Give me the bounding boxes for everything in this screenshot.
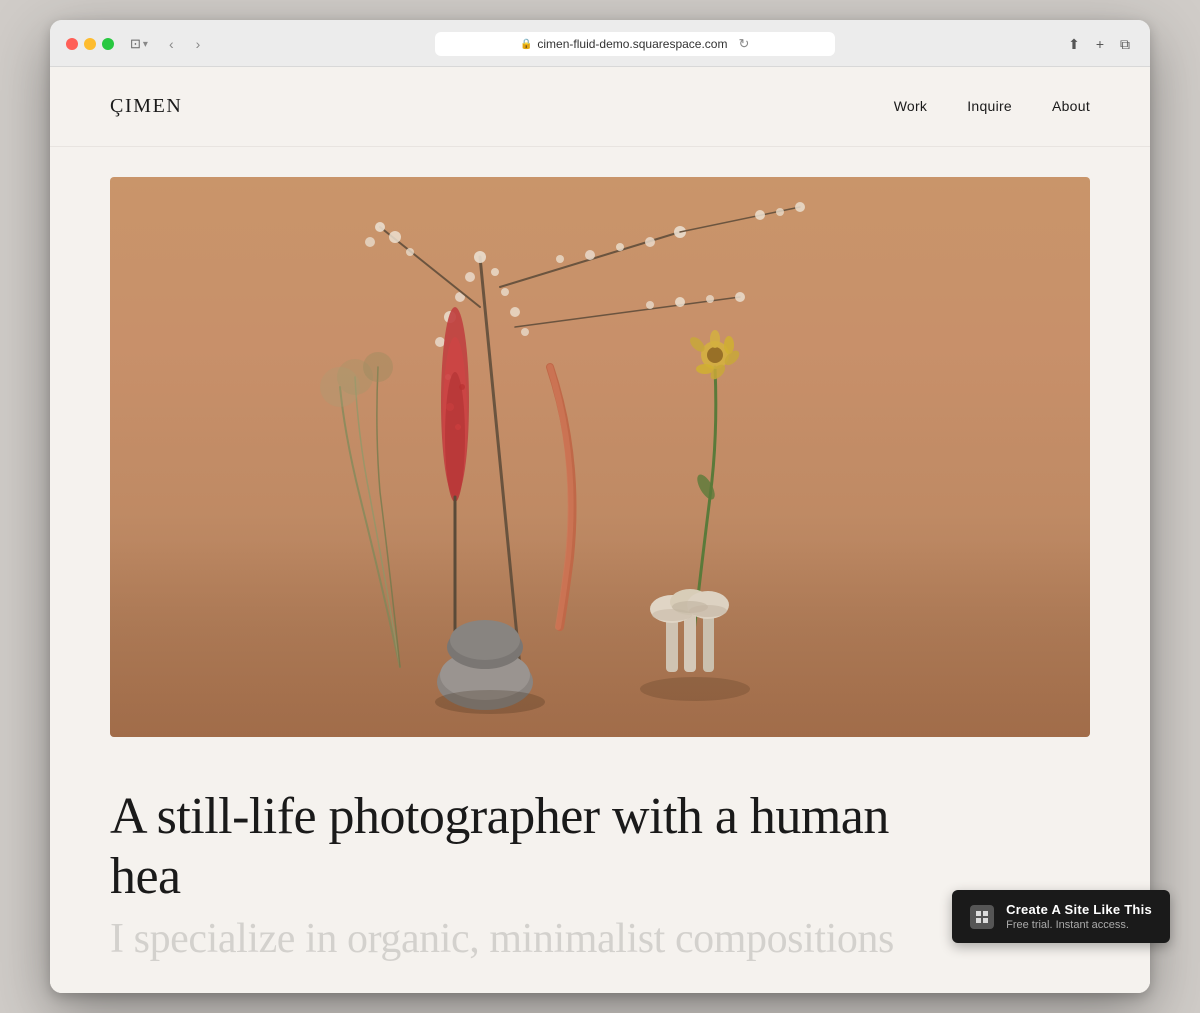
- address-bar[interactable]: 🔒 cimen-fluid-demo.squarespace.com ↻: [435, 32, 835, 56]
- browser-toolbar: ⊡ ▾ ‹ › 🔒 cimen-fluid-demo.squarespace.c…: [66, 32, 1134, 66]
- duplicate-button[interactable]: ⧉: [1116, 34, 1134, 55]
- chevron-down-icon: ▾: [143, 39, 148, 50]
- url-text: cimen-fluid-demo.squarespace.com: [537, 37, 727, 51]
- forward-button[interactable]: ›: [191, 34, 206, 54]
- badge-main-text: Create A Site Like This: [1006, 902, 1152, 917]
- lock-icon: 🔒: [520, 39, 532, 50]
- sidebar-icon: ⊡: [130, 36, 141, 52]
- text-section: A still-life photographer with a human h…: [50, 737, 1150, 993]
- sidebar-toggle[interactable]: ⊡ ▾: [126, 34, 152, 54]
- nav-item-work[interactable]: Work: [894, 98, 928, 116]
- back-button[interactable]: ‹: [164, 34, 179, 54]
- browser-chrome: ⊡ ▾ ‹ › 🔒 cimen-fluid-demo.squarespace.c…: [50, 20, 1150, 67]
- nav-item-about[interactable]: About: [1052, 98, 1090, 116]
- browser-actions: ⬆ + ⧉: [1064, 34, 1134, 55]
- browser-window: ⊡ ▾ ‹ › 🔒 cimen-fluid-demo.squarespace.c…: [50, 20, 1150, 993]
- nav-link-inquire[interactable]: Inquire: [967, 98, 1012, 114]
- nav-link-about[interactable]: About: [1052, 98, 1090, 114]
- badge-sub-text: Free trial. Instant access.: [1006, 919, 1152, 931]
- squarespace-badge[interactable]: Create A Site Like This Free trial. Inst…: [952, 890, 1170, 943]
- close-button[interactable]: [66, 38, 78, 50]
- traffic-lights: [66, 38, 114, 50]
- maximize-button[interactable]: [102, 38, 114, 50]
- nav-links: Work Inquire About: [894, 98, 1090, 116]
- hero-canvas: [110, 177, 1090, 737]
- website-content: ÇIMEN Work Inquire About: [50, 67, 1150, 993]
- hero-section: [50, 147, 1150, 737]
- hero-image: [110, 177, 1090, 737]
- site-navigation: ÇIMEN Work Inquire About: [50, 67, 1150, 147]
- share-button[interactable]: ⬆: [1064, 34, 1084, 55]
- address-bar-wrapper: 🔒 cimen-fluid-demo.squarespace.com ↻: [217, 32, 1052, 56]
- botanical-svg: [110, 177, 1090, 737]
- refresh-icon[interactable]: ↻: [738, 36, 749, 52]
- hero-heading: A still-life photographer with a human h…: [110, 787, 943, 907]
- minimize-button[interactable]: [84, 38, 96, 50]
- new-tab-button[interactable]: +: [1092, 34, 1108, 55]
- nav-link-work[interactable]: Work: [894, 98, 928, 114]
- squarespace-logo: [970, 905, 994, 929]
- hero-subheading: I specialize in organic, minimalist comp…: [110, 915, 943, 963]
- nav-item-inquire[interactable]: Inquire: [967, 98, 1012, 116]
- site-logo[interactable]: ÇIMEN: [110, 95, 182, 118]
- badge-text: Create A Site Like This Free trial. Inst…: [1006, 902, 1152, 931]
